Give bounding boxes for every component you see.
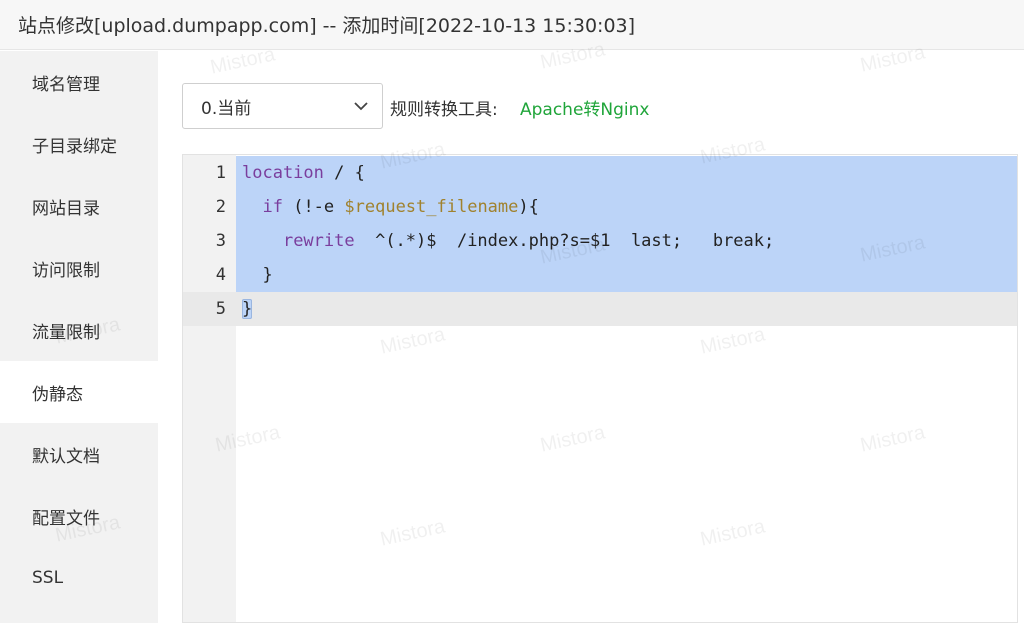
line-number: 1: [215, 163, 226, 183]
code-line-text: location / {: [236, 156, 1017, 190]
code-lines[interactable]: 1 location / { 2 if (!-e $request_filena…: [183, 155, 1017, 326]
code-token: if: [262, 197, 283, 217]
rule-convert-label: 规则转换工具:: [390, 100, 498, 120]
sidebar-item-site-directory[interactable]: 网站目录: [0, 175, 158, 237]
code-line-text: if (!-e $request_filename){: [236, 190, 1017, 224]
sidebar-item-access-limit[interactable]: 访问限制: [0, 237, 158, 299]
line-number: 2: [215, 197, 226, 217]
code-line-current: 5 }: [183, 292, 1017, 326]
chevron-down-icon: [354, 102, 368, 111]
line-number: 3: [215, 231, 226, 251]
line-number: 4: [215, 265, 226, 285]
version-select[interactable]: 0.当前: [182, 83, 383, 129]
code-line: 3 rewrite ^(.*)$ /index.php?s=$1 last; b…: [183, 224, 1017, 258]
matched-bracket: }: [242, 299, 253, 319]
sidebar-item-default-doc[interactable]: 默认文档: [0, 423, 158, 485]
sidebar-item-ssl[interactable]: SSL: [0, 547, 158, 608]
sidebar-item-traffic-limit[interactable]: 流量限制: [0, 299, 158, 361]
code-token: $request_filename: [344, 197, 519, 217]
sidebar: 域名管理 子目录绑定 网站目录 访问限制 流量限制 伪静态 默认文档 配置文件 …: [0, 51, 158, 623]
sidebar-item-config-file[interactable]: 配置文件: [0, 485, 158, 547]
code-line-text: rewrite ^(.*)$ /index.php?s=$1 last; bre…: [236, 224, 1017, 258]
code-line: 1 location / {: [183, 156, 1017, 190]
version-select-value: 0.当前: [201, 98, 252, 119]
code-line-text: }: [236, 258, 1017, 292]
code-line-text: }: [236, 292, 1017, 326]
main-content: 0.当前 规则转换工具: Apache转Nginx 1 location / {…: [158, 51, 1024, 623]
window-title: 站点修改[upload.dumpapp.com] -- 添加时间[2022-10…: [0, 0, 1024, 50]
apache-to-nginx-link[interactable]: Apache转Nginx: [520, 95, 649, 120]
code-token: rewrite: [282, 231, 355, 251]
sidebar-item-domain[interactable]: 域名管理: [0, 51, 158, 113]
line-number: 5: [215, 299, 226, 319]
code-editor[interactable]: 1 location / { 2 if (!-e $request_filena…: [182, 154, 1018, 623]
code-token: location: [242, 163, 324, 183]
sidebar-item-rewrite[interactable]: 伪静态: [0, 361, 158, 423]
code-line: 2 if (!-e $request_filename){: [183, 190, 1017, 224]
code-line: 4 }: [183, 258, 1017, 292]
sidebar-item-subdirectory[interactable]: 子目录绑定: [0, 113, 158, 175]
